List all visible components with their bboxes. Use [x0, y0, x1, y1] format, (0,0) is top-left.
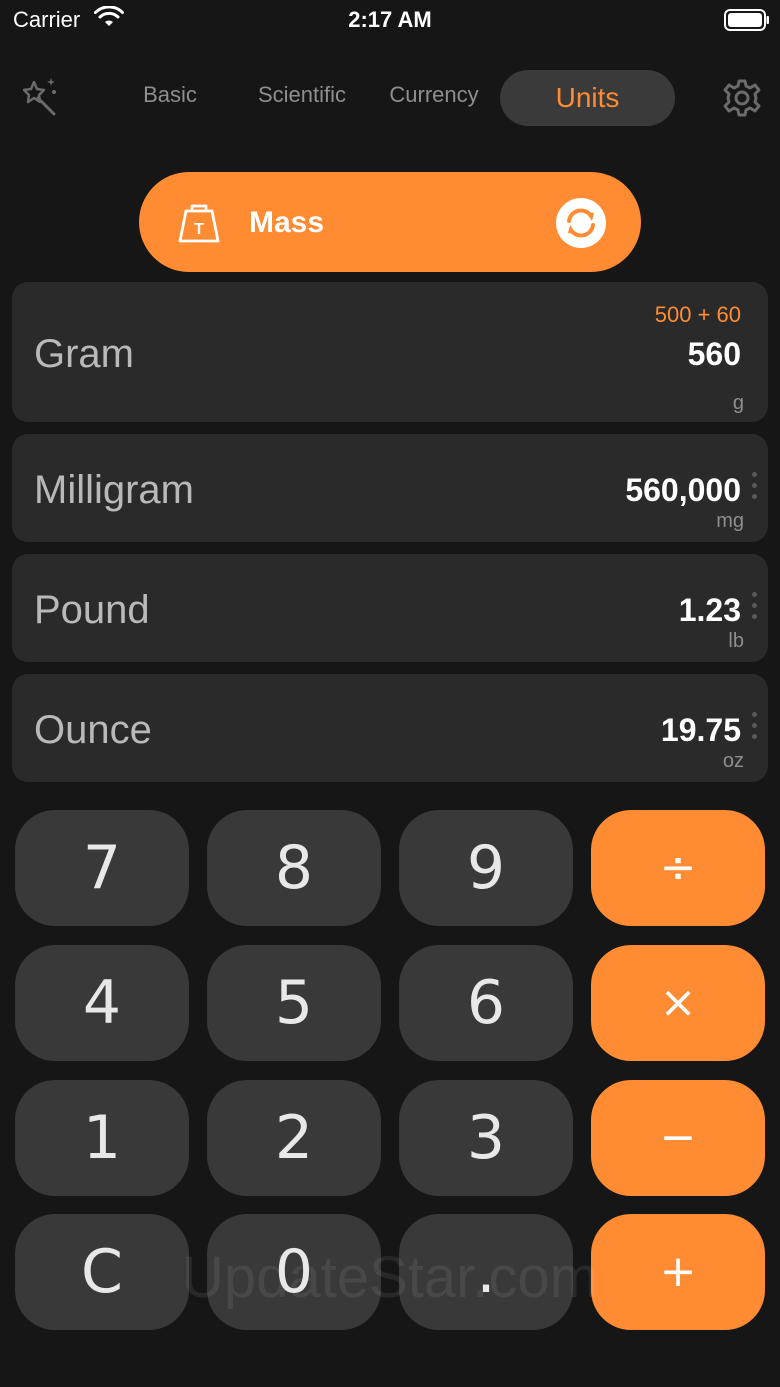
expression-text: 500 + 60: [654, 302, 741, 327]
more-icon[interactable]: [752, 712, 758, 744]
unit-name: Ounce: [34, 708, 152, 752]
key-8[interactable]: 8: [207, 810, 381, 926]
unit-row-milligram[interactable]: Milligram 560,000 mg: [12, 434, 768, 542]
unit-name: Gram: [34, 332, 134, 376]
key-2[interactable]: 2: [207, 1080, 381, 1196]
key-4[interactable]: 4: [15, 945, 189, 1061]
tab-basic[interactable]: Basic: [130, 82, 210, 108]
clear-button[interactable]: C: [15, 1214, 189, 1330]
unit-value: 560,000: [625, 472, 741, 508]
divide-button[interactable]: ÷: [591, 810, 765, 926]
more-icon[interactable]: [752, 592, 758, 624]
category-label: Mass: [249, 206, 325, 239]
unit-abbr: oz: [722, 750, 744, 772]
unit-value: 1.23: [678, 592, 741, 628]
decimal-button[interactable]: .: [399, 1214, 573, 1330]
category-selector[interactable]: T Mass: [139, 172, 641, 272]
calculator-screen: Carrier 2:17 AM Basic Scientific Currenc…: [0, 0, 780, 1387]
battery-icon: [724, 9, 769, 31]
unit-value: 560: [687, 336, 741, 372]
key-7[interactable]: 7: [15, 810, 189, 926]
status-bar: Carrier 2:17 AM: [0, 0, 780, 42]
mode-nav: Basic Scientific Currency Units: [0, 66, 780, 128]
key-9[interactable]: 9: [399, 810, 573, 926]
unit-row-pound[interactable]: Pound 1.23 lb: [12, 554, 768, 662]
unit-value: 19.75: [660, 712, 741, 748]
key-5[interactable]: 5: [207, 945, 381, 1061]
key-1[interactable]: 1: [15, 1080, 189, 1196]
unit-abbr: mg: [716, 510, 744, 532]
more-icon[interactable]: [752, 472, 758, 504]
magic-wand-icon[interactable]: [18, 74, 60, 118]
unit-abbr: g: [732, 392, 744, 414]
tab-scientific[interactable]: Scientific: [246, 82, 358, 108]
svg-text:T: T: [194, 221, 204, 238]
plus-button[interactable]: +: [591, 1214, 765, 1330]
unit-row-ounce[interactable]: Ounce 19.75 oz: [12, 674, 768, 782]
tab-currency[interactable]: Currency: [384, 82, 484, 108]
status-time: 2:17 AM: [348, 7, 432, 32]
unit-abbr: lb: [728, 630, 744, 652]
refresh-icon[interactable]: [555, 197, 607, 249]
multiply-button[interactable]: ×: [591, 945, 765, 1061]
unit-name: Milligram: [34, 468, 194, 512]
key-0[interactable]: 0: [207, 1214, 381, 1330]
tab-units[interactable]: Units: [500, 70, 675, 126]
key-3[interactable]: 3: [399, 1080, 573, 1196]
weight-icon: T: [178, 204, 220, 243]
unit-name: Pound: [34, 588, 150, 632]
key-6[interactable]: 6: [399, 945, 573, 1061]
unit-row-gram[interactable]: Gram 500 + 60 560 g: [12, 282, 768, 422]
gear-icon[interactable]: [722, 78, 762, 118]
minus-button[interactable]: −: [591, 1080, 765, 1196]
